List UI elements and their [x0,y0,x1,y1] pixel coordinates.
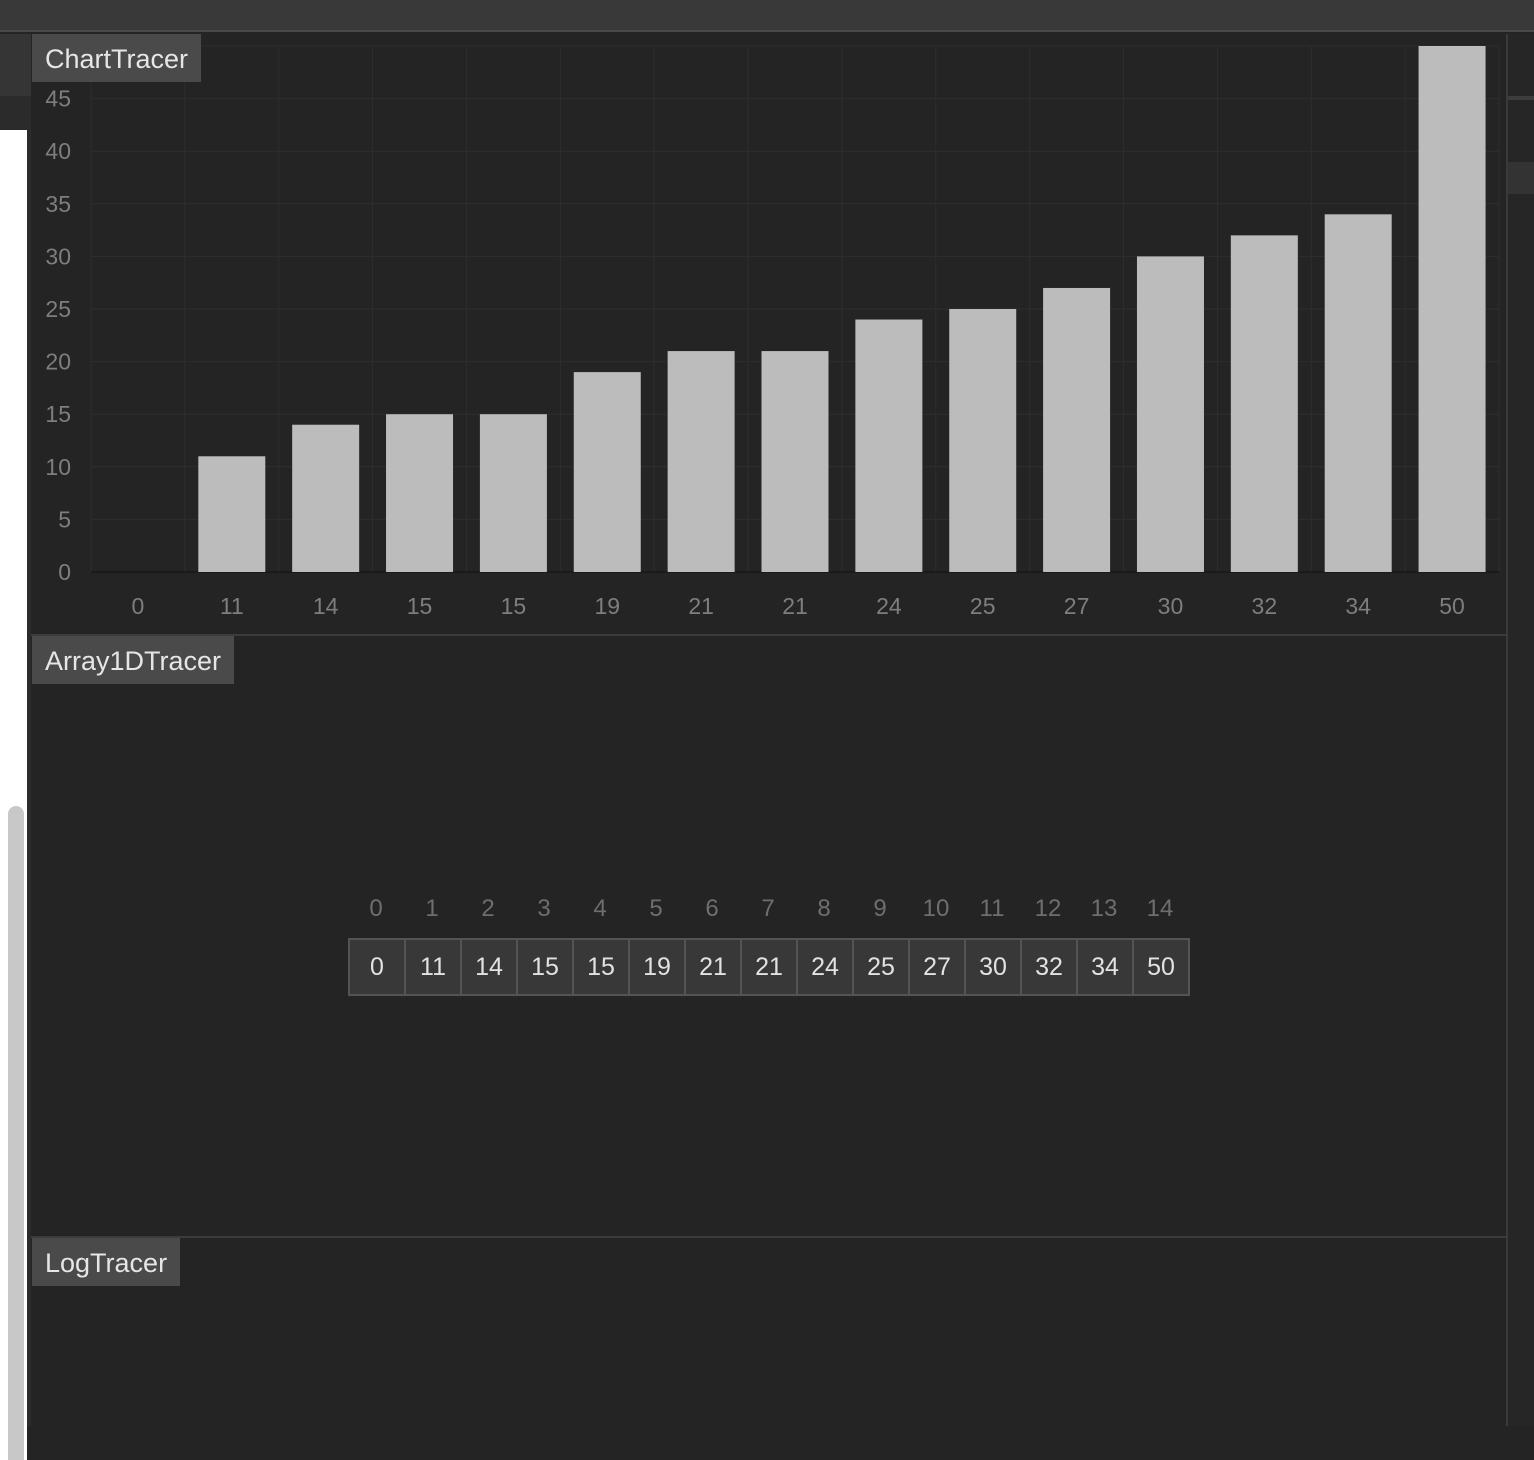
right-sidebar [1506,34,1534,1426]
bar [1043,287,1111,572]
array-index-row: 0 1 2 3 4 5 6 7 8 9 10 11 12 13 14 [348,894,1190,924]
array-cell: 32 [1022,940,1078,994]
array-index-label: 5 [649,895,663,922]
array-cell: 11 [406,940,462,994]
x-tick-label: 34 [1345,593,1371,619]
array-cell: 25 [854,940,910,994]
bar [198,456,266,572]
array-cell: 15 [574,940,630,994]
array-index-label: 1 [425,895,439,922]
array-cell: 34 [1078,940,1134,994]
x-tick-label: 15 [501,593,527,619]
scrollbar-thumb[interactable] [8,806,24,1460]
array-cell: 14 [462,940,518,994]
bar [855,319,923,572]
array-index-label: 7 [761,895,775,922]
y-tick-label: 45 [45,86,71,112]
array-cell: 21 [686,940,742,994]
y-tick-label: 25 [45,296,71,322]
log-tracer-panel: LogTracer [31,1236,1506,1426]
array-cell: 19 [630,940,686,994]
y-tick-label: 40 [45,138,71,164]
x-tick-label: 0 [132,593,145,619]
bar [1418,46,1486,572]
x-tick-label: 25 [970,593,996,619]
y-tick-label: 5 [58,506,71,532]
array-view: 0 1 2 3 4 5 6 7 8 9 10 11 12 13 14 0 11 14 15 15 19 21 21 24 25… [348,894,1190,996]
log-tracer-title: LogTracer [32,1238,181,1286]
chart-tracer-panel: ChartTracer 0 5 10 15 20 25 30 35 40 45 0 11 14 15 15… [31,34,1506,634]
chart-tracer-title: ChartTracer [32,34,202,82]
array-index-label: 11 [979,895,1005,922]
array-index-label: 6 [705,895,719,922]
array-value-row: 0 11 14 15 15 19 21 21 24 25 27 30 32 34 50 [348,938,1190,996]
array1d-tracer-title: Array1DTracer [32,636,235,684]
bar [386,414,454,572]
bar [1136,256,1204,572]
x-tick-label: 30 [1158,593,1184,619]
x-axis-ticks: 0 11 14 15 15 19 21 21 24 25 27 30 32 34 50 [132,593,1465,619]
x-tick-label: 14 [313,593,339,619]
bar [1230,235,1298,573]
left-sidebar-header [0,34,31,96]
x-tick-label: 27 [1064,593,1090,619]
array-index-label: 3 [537,895,551,922]
x-tick-label: 21 [688,593,714,619]
array-cell: 24 [798,940,854,994]
x-tick-label: 11 [220,593,244,619]
bar-chart: 0 5 10 15 20 25 30 35 40 45 0 11 14 15 15 19 21 21 24 25 27… [45,45,1500,619]
y-tick-label: 0 [58,559,71,585]
x-tick-label: 21 [782,593,808,619]
bar [949,309,1017,572]
bar [1324,214,1392,572]
array-index-label: 14 [1146,895,1174,922]
x-tick-label: 19 [594,593,620,619]
bar [573,372,641,572]
bar [667,351,735,572]
array-cell: 0 [350,940,406,994]
array-index-label: 2 [481,895,495,922]
x-tick-label: 32 [1252,593,1278,619]
left-sidebar [0,34,31,1460]
array-index-label: 10 [922,895,950,922]
array-cell: 30 [966,940,1022,994]
array1d-tracer-panel: Array1DTracer 0 1 2 3 4 5 6 7 8 9 10 11 12 13 14 0 11 14… [31,634,1506,1236]
x-tick-label: 50 [1439,593,1465,619]
array-cell: 27 [910,940,966,994]
y-tick-label: 10 [45,454,71,480]
bar [292,424,360,572]
array-index-label: 4 [593,895,607,922]
array-index-label: 0 [369,895,383,922]
y-axis-ticks: 0 5 10 15 20 25 30 35 40 45 [45,86,71,585]
array-index-label: 12 [1034,895,1062,922]
array-index-label: 13 [1090,895,1118,922]
array-cell: 21 [742,940,798,994]
x-tick-label: 15 [407,593,433,619]
y-tick-label: 20 [45,349,71,375]
array-index-label: 8 [817,895,831,922]
x-tick-label: 24 [876,593,902,619]
bar [479,414,547,572]
right-sidebar-item[interactable] [1508,162,1534,194]
bar [761,351,829,572]
top-toolbar [0,0,1534,32]
right-sidebar-divider [1508,96,1534,100]
y-tick-label: 15 [45,401,71,427]
y-tick-label: 35 [45,191,71,217]
array-index-label: 9 [873,895,887,922]
array-cell: 15 [518,940,574,994]
array-cell: 50 [1134,940,1188,994]
y-tick-label: 30 [45,243,71,269]
